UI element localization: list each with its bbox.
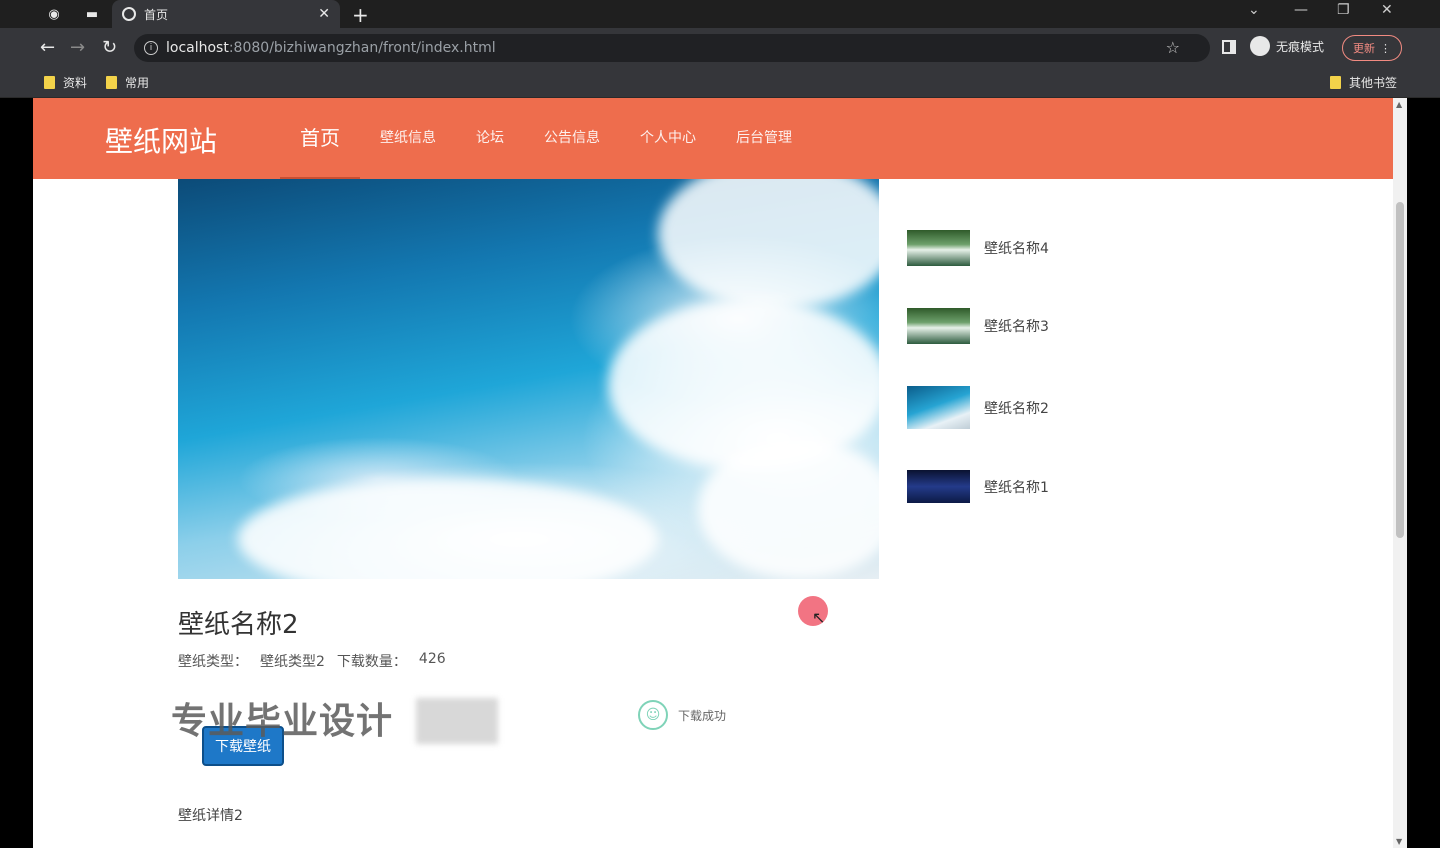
list-item[interactable]: 壁纸名称4 bbox=[907, 230, 1049, 266]
success-icon: ☺ bbox=[638, 700, 668, 730]
globe-icon[interactable]: ◉ bbox=[46, 6, 62, 22]
wallpaper-name[interactable]: 壁纸名称4 bbox=[984, 238, 1049, 258]
browser-tab[interactable]: 首页 ✕ bbox=[112, 0, 340, 28]
close-window-button[interactable]: ✕ bbox=[1381, 2, 1393, 18]
wallpaper-thumbnail[interactable] bbox=[907, 230, 970, 266]
other-bookmarks[interactable]: 其他书签 bbox=[1330, 74, 1397, 91]
new-tab-button[interactable]: + bbox=[352, 3, 369, 27]
download-success-toast: ☺ 下载成功 bbox=[638, 700, 726, 730]
update-label: 更新 bbox=[1353, 42, 1375, 55]
wallpaper-description: 壁纸详情2 bbox=[178, 808, 243, 824]
back-button[interactable]: ← bbox=[40, 37, 55, 58]
bookmarks-bar: 资料 常用 其他书签 bbox=[0, 68, 1440, 98]
close-icon[interactable]: ✕ bbox=[318, 6, 330, 22]
page-viewport: 壁纸网站 首页 壁纸信息 论坛 公告信息 个人中心 后台管理 壁纸名称4 壁纸名… bbox=[33, 98, 1407, 848]
wallpaper-title: 壁纸名称2 bbox=[178, 610, 299, 640]
bookmark-label: 常用 bbox=[125, 76, 150, 90]
list-item[interactable]: 壁纸名称1 bbox=[907, 470, 1049, 503]
browser-toolbar: ← → ↻ i localhost :8080/bizhiwangzhan/fr… bbox=[0, 28, 1440, 68]
forward-button[interactable]: → bbox=[70, 37, 85, 58]
address-bar[interactable]: i localhost :8080/bizhiwangzhan/front/in… bbox=[134, 34, 1210, 62]
wallpaper-thumbnail[interactable] bbox=[907, 386, 970, 429]
url-path: :8080/bizhiwangzhan/front/index.html bbox=[228, 40, 496, 56]
tab-strip-icon[interactable]: ▬ bbox=[84, 6, 100, 22]
watermark-text: 专业毕业设计 bbox=[171, 701, 394, 742]
folder-icon bbox=[106, 76, 117, 89]
wallpaper-thumbnail[interactable] bbox=[907, 308, 970, 344]
type-value: 壁纸类型2 bbox=[260, 654, 325, 670]
globe-icon bbox=[122, 7, 136, 21]
nav-admin[interactable]: 后台管理 bbox=[716, 98, 812, 179]
toast-message: 下载成功 bbox=[678, 708, 727, 723]
incognito-label: 无痕模式 bbox=[1276, 39, 1325, 54]
folder-icon bbox=[44, 76, 55, 89]
nav-forum[interactable]: 论坛 bbox=[456, 98, 524, 179]
other-bookmarks-label: 其他书签 bbox=[1349, 76, 1398, 90]
nav-announcements[interactable]: 公告信息 bbox=[524, 98, 620, 179]
reload-button[interactable]: ↻ bbox=[102, 37, 117, 58]
wallpaper-name[interactable]: 壁纸名称3 bbox=[984, 316, 1049, 336]
side-panel-icon[interactable] bbox=[1222, 40, 1236, 54]
wallpaper-thumbnail[interactable] bbox=[907, 470, 970, 503]
scrollbar-thumb[interactable] bbox=[1396, 202, 1404, 538]
restore-button[interactable]: ❐ bbox=[1337, 2, 1350, 18]
tab-title: 首页 bbox=[144, 7, 169, 22]
type-label: 壁纸类型： bbox=[178, 654, 248, 670]
wallpaper-name[interactable]: 壁纸名称1 bbox=[984, 477, 1049, 497]
chevron-down-icon[interactable]: ⌄ bbox=[1248, 2, 1260, 18]
star-icon[interactable]: ☆ bbox=[1166, 38, 1180, 57]
incognito-icon bbox=[1250, 36, 1270, 56]
downloads-label: 下载数量： bbox=[336, 654, 407, 670]
menu-icon[interactable]: ⋮ bbox=[1380, 42, 1391, 55]
nav-home[interactable]: 首页 bbox=[280, 98, 360, 179]
list-item[interactable]: 壁纸名称3 bbox=[907, 308, 1049, 344]
update-button[interactable]: 更新 ⋮ bbox=[1342, 35, 1402, 61]
blurred-overlay bbox=[416, 698, 498, 744]
wallpaper-meta: 壁纸类型： 壁纸类型2 下载数量： 426 bbox=[178, 651, 446, 671]
bookmark-folder[interactable]: 资料 bbox=[44, 74, 87, 91]
list-item[interactable]: 壁纸名称2 bbox=[907, 386, 1049, 429]
wallpaper-image bbox=[178, 179, 879, 579]
site-header: 壁纸网站 首页 壁纸信息 论坛 公告信息 个人中心 后台管理 bbox=[33, 98, 1393, 179]
wallpaper-name[interactable]: 壁纸名称2 bbox=[984, 398, 1049, 418]
bookmark-label: 资料 bbox=[63, 76, 88, 90]
site-logo[interactable]: 壁纸网站 bbox=[105, 120, 217, 160]
nav-wallpaper-info[interactable]: 壁纸信息 bbox=[360, 98, 456, 179]
bookmark-folder[interactable]: 常用 bbox=[106, 74, 149, 91]
folder-icon bbox=[1330, 76, 1341, 89]
main-nav: 首页 壁纸信息 论坛 公告信息 个人中心 后台管理 bbox=[280, 98, 812, 179]
downloads-value: 426 bbox=[418, 651, 446, 667]
nav-profile[interactable]: 个人中心 bbox=[620, 98, 716, 179]
info-icon[interactable]: i bbox=[144, 41, 158, 55]
incognito-indicator[interactable]: 无痕模式 bbox=[1250, 36, 1324, 56]
browser-tabbar: ◉ ▬ 首页 ✕ + ⌄ — ❐ ✕ bbox=[0, 0, 1440, 28]
scroll-down-icon[interactable]: ▼ bbox=[1396, 837, 1402, 846]
minimize-button[interactable]: — bbox=[1294, 2, 1308, 18]
url-host: localhost bbox=[166, 40, 229, 56]
cursor-icon: ↖ bbox=[812, 608, 826, 627]
scroll-up-icon[interactable]: ▲ bbox=[1396, 100, 1402, 109]
page-scrollbar[interactable]: ▲ ▼ bbox=[1393, 98, 1407, 848]
